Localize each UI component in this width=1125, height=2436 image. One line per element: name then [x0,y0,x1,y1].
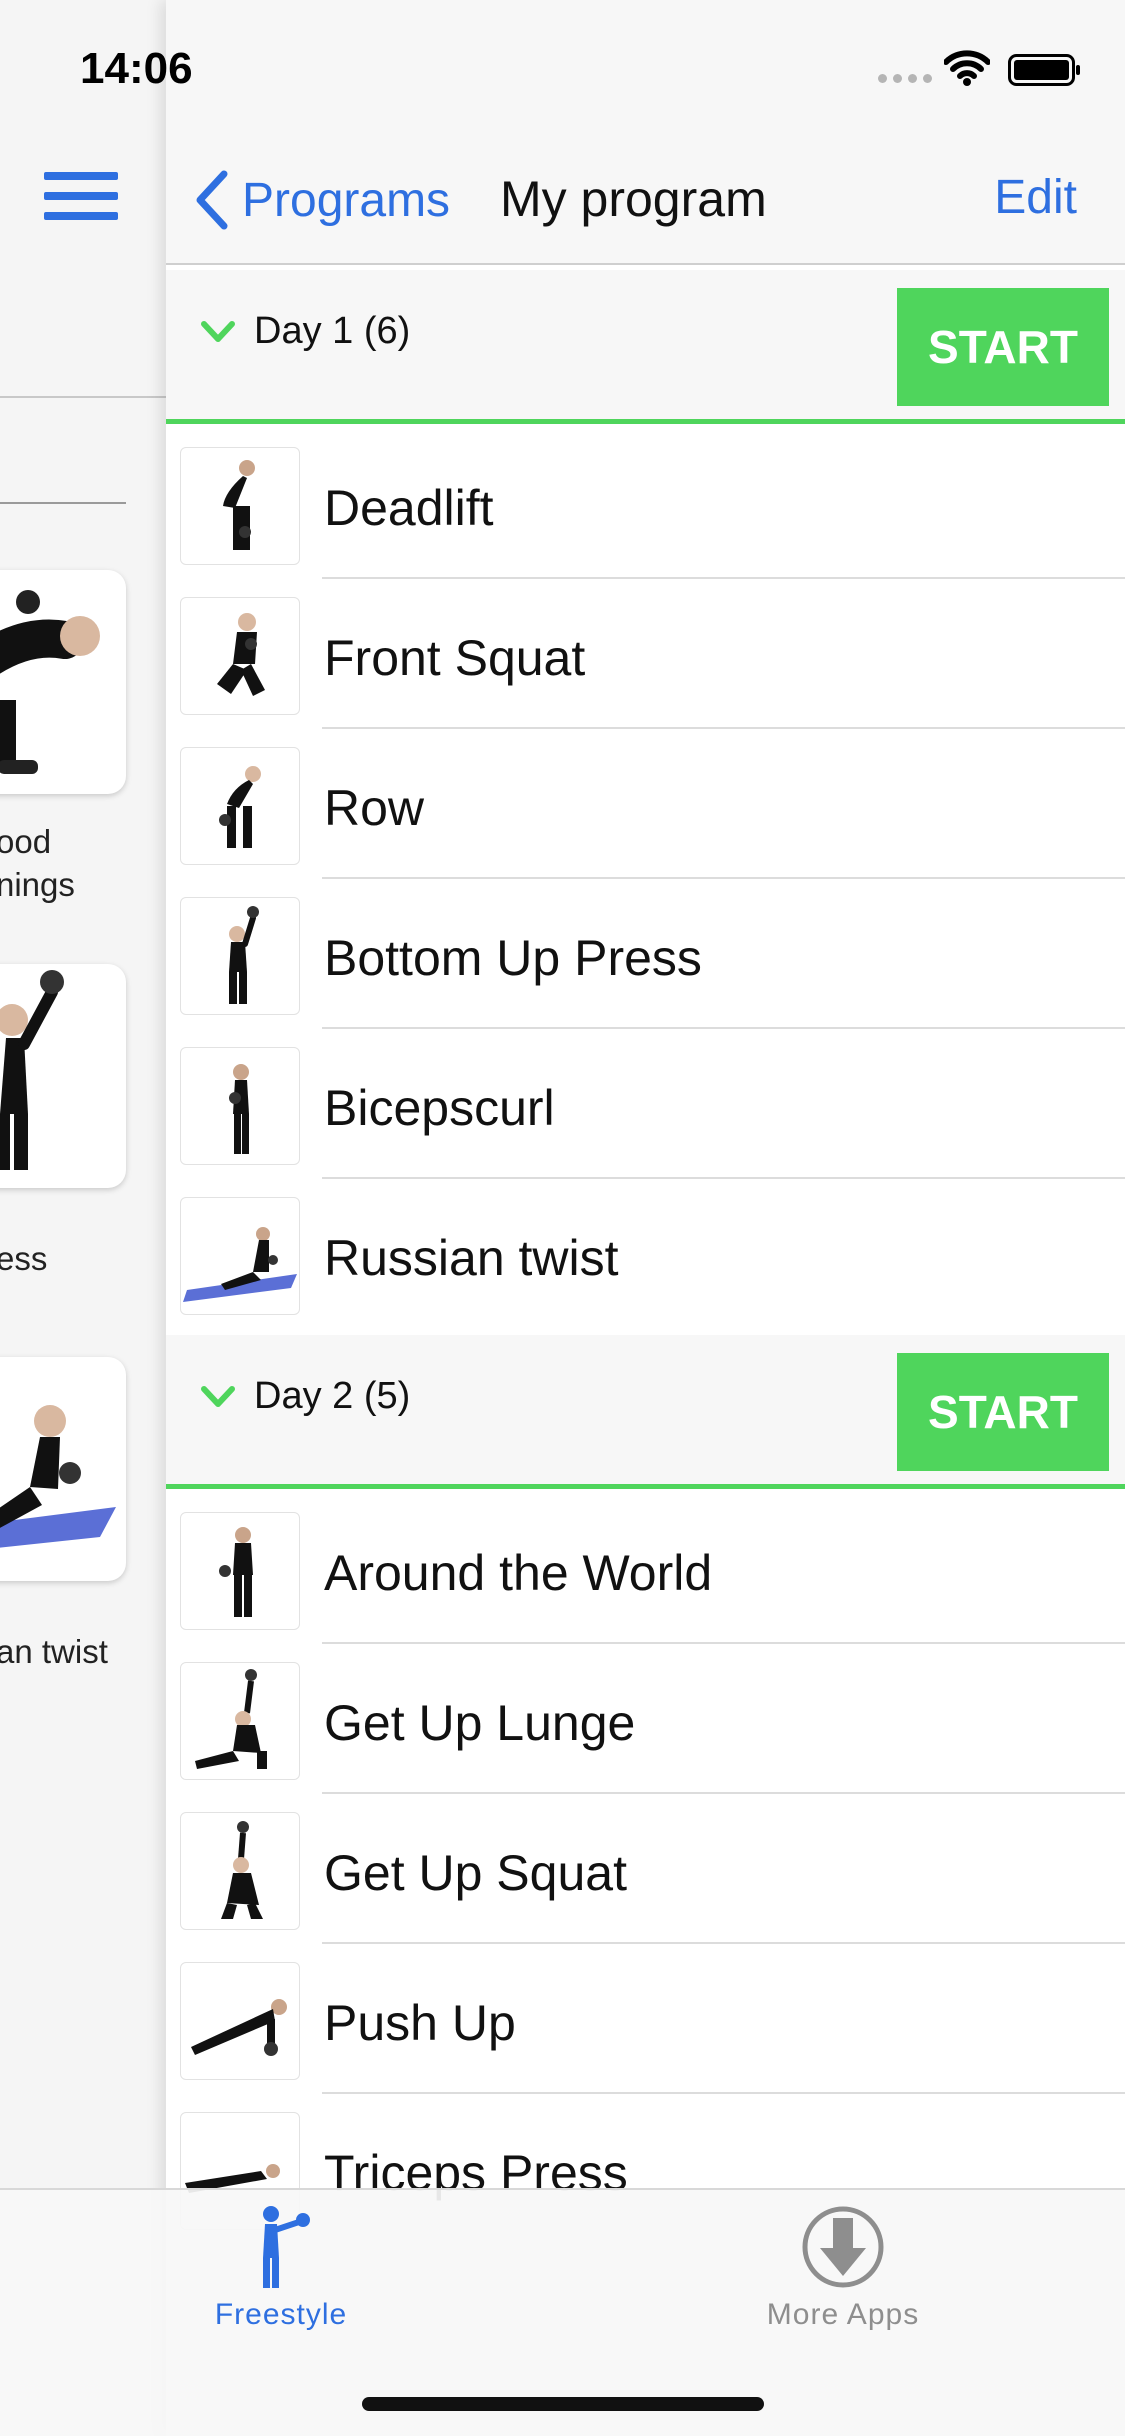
tab-freestyle-label: Freestyle [214,2298,348,2331]
exercise-row[interactable]: Row [166,729,1125,879]
wifi-icon [944,50,990,86]
exercise-row[interactable]: Russian twist [166,1179,1125,1329]
exercise-row[interactable]: Deadlift [166,429,1125,579]
exercise-thumbnail [180,447,300,565]
battery-icon [1008,54,1080,86]
exercise-thumbnail [180,1047,300,1165]
day-toggle[interactable]: Day 1 (6) [200,310,410,353]
exercise-card-caption: ood nings [0,823,75,903]
day-label: Day 2 (5) [254,1375,411,1417]
download-circle-icon [802,2206,884,2288]
cellular-signal-icon [878,74,932,83]
exercise-name: Get Up Squat [324,1845,627,1901]
exercise-thumbnail [180,1512,300,1630]
search-underline [0,502,126,504]
exercise-name: Front Squat [324,630,586,686]
day-toggle[interactable]: Day 2 (5) [200,1375,410,1418]
exercise-row[interactable]: Get Up Lunge [166,1644,1125,1794]
tab-more-apps-label: More Apps [766,2298,920,2331]
exercise-thumbnail [180,597,300,715]
exercise-thumbnail [180,897,300,1015]
back-button-label: Programs [242,173,451,227]
exercise-name: Bottom Up Press [324,930,702,986]
exercise-row[interactable]: Push Up [166,1944,1125,2094]
exercise-thumbnail [180,747,300,865]
navigation-bar: Programs My program Edit [166,0,1125,265]
chevron-down-icon [201,320,235,342]
exercise-name: Deadlift [324,480,494,536]
exercise-thumbnail [180,1812,300,1930]
exercise-row[interactable]: Get Up Squat [166,1794,1125,1944]
exercise-card-caption: an twist [0,1633,108,1670]
day-section-header: Day 1 (6) START [166,270,1125,424]
exercise-card[interactable] [0,1357,126,1581]
exercise-name: Around the World [324,1545,713,1601]
exercise-name: Push Up [324,1995,516,2051]
exercise-name: Row [324,780,425,836]
exercise-card[interactable] [0,570,126,794]
divider [0,396,166,398]
exercise-row[interactable]: Front Squat [166,579,1125,729]
menu-icon[interactable] [44,172,118,220]
exercise-row[interactable]: Bottom Up Press [166,879,1125,1029]
exercise-name: Get Up Lunge [324,1695,636,1751]
start-day-button[interactable]: START [897,288,1109,406]
status-time: 14:06 [80,44,193,93]
chevron-down-icon [201,1385,235,1407]
day-section-header: Day 2 (5) START [166,1335,1125,1489]
exercise-card-caption: ess [0,1240,48,1277]
exercise-thumbnail [180,1962,300,2080]
kettlebell-figure-icon [263,2206,310,2288]
program-panel: Programs My program Edit Day 1 (6) START… [166,0,1125,2436]
exercise-row[interactable]: Bicepscurl [166,1029,1125,1179]
freestyle-panel: ood nings ess an twist [0,0,166,2436]
exercise-thumbnail [180,1662,300,1780]
tab-more-apps[interactable]: More Apps [713,2204,973,2332]
day-label: Day 1 (6) [254,310,411,352]
exercise-name: Russian twist [324,1230,619,1286]
page-title: My program [500,171,767,227]
back-button[interactable]: Programs [190,168,450,232]
tab-freestyle[interactable]: Freestyle [151,2204,411,2332]
chevron-left-icon [196,170,228,230]
start-day-button[interactable]: START [897,1353,1109,1471]
exercise-thumbnail [180,1197,300,1315]
exercise-card[interactable] [0,964,126,1188]
exercise-name: Bicepscurl [324,1080,555,1136]
edit-button[interactable]: Edit [994,170,1077,225]
home-indicator [362,2397,764,2411]
exercise-row[interactable]: Around the World [166,1494,1125,1644]
